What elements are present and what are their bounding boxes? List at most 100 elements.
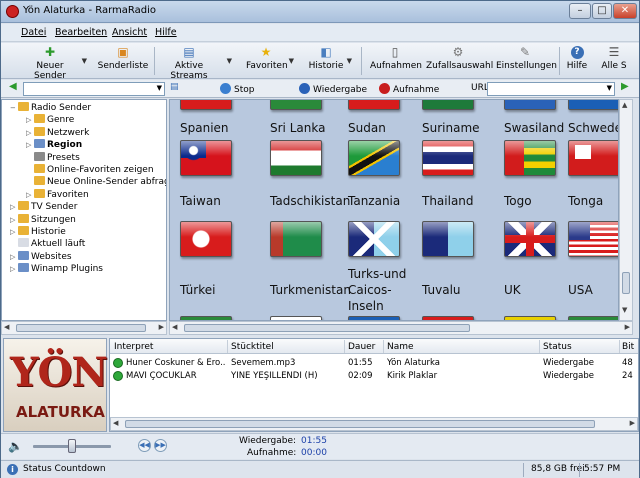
country-label[interactable]: Sudan	[348, 121, 386, 135]
view-icon[interactable]: ▤	[170, 82, 179, 92]
tree-horizontal-scrollbar[interactable]: ◀ ▶	[1, 321, 167, 335]
expand-icon[interactable]: ▷	[10, 253, 18, 261]
flag-icon[interactable]	[180, 100, 232, 110]
flag-icon[interactable]	[348, 100, 400, 110]
country-label[interactable]: Swasiland	[504, 121, 564, 135]
tree-item[interactable]: ▷ Region	[26, 139, 82, 151]
scroll-left-icon[interactable]: ◀	[113, 419, 118, 427]
recordings-button[interactable]: ▯ Aufnahmen	[370, 45, 422, 77]
flag-icon[interactable]	[568, 140, 618, 176]
expand-icon[interactable]: ▷	[26, 191, 34, 199]
speaker-icon[interactable]: 🔈	[8, 439, 23, 453]
column-title[interactable]: Stücktitel	[231, 342, 274, 352]
flag-icon[interactable]	[568, 221, 618, 257]
expand-icon[interactable]: ▷	[10, 203, 18, 211]
country-label[interactable]: Togo	[504, 194, 532, 208]
country-label[interactable]: USA	[568, 283, 593, 297]
menu-hilfe[interactable]: Hilfe	[155, 27, 177, 38]
flag-icon[interactable]	[504, 221, 556, 257]
country-label[interactable]: Suriname	[422, 121, 480, 135]
expand-icon[interactable]: ▷	[26, 141, 34, 149]
scrollbar-thumb[interactable]	[622, 272, 630, 294]
scrollbar-thumb[interactable]	[16, 324, 146, 332]
country-label[interactable]: Caicos-	[348, 283, 392, 297]
menu-bearbeiten[interactable]: Bearbeiten	[55, 27, 107, 38]
flag-icon[interactable]	[270, 140, 322, 176]
country-label[interactable]: Inseln	[348, 299, 384, 313]
next-icon[interactable]: ▶▶	[154, 439, 167, 452]
new-station-button[interactable]: ✚ Neuer Sender ▼	[21, 45, 87, 82]
history-button[interactable]: ◧ Historie ▼	[307, 45, 352, 77]
country-label[interactable]: UK	[504, 283, 521, 297]
tree-item[interactable]: ▷ Netzwerk	[26, 126, 89, 139]
flag-icon[interactable]	[348, 221, 400, 257]
tree-item[interactable]: ▷ Historie	[10, 226, 66, 238]
tree-item[interactable]: ▷ Sitzungen	[10, 213, 76, 226]
maximize-button[interactable]: □	[592, 3, 612, 19]
volume-slider-handle[interactable]	[68, 439, 76, 453]
country-label[interactable]: Tonga	[568, 194, 603, 208]
tree-item[interactable]: Presets	[26, 151, 80, 164]
flag-icon[interactable]	[270, 100, 322, 110]
expand-icon[interactable]: ▷	[26, 129, 34, 137]
flag-icon[interactable]	[422, 100, 474, 110]
record-button[interactable]: Aufnahme	[379, 83, 439, 95]
flag-icon[interactable]	[180, 221, 232, 257]
scrollbar-thumb[interactable]	[184, 324, 470, 332]
flag-icon[interactable]	[422, 140, 474, 176]
tree-item[interactable]: ▷ Websites	[10, 250, 72, 263]
flag-icon[interactable]	[180, 140, 232, 176]
column-duration[interactable]: Dauer	[348, 342, 375, 352]
previous-icon[interactable]: ◀◀	[138, 439, 151, 452]
grid-horizontal-scrollbar[interactable]: ◀ ▶	[169, 321, 633, 335]
country-label[interactable]: Sri Lanka	[270, 121, 325, 135]
station-combo[interactable]: ▼	[23, 82, 165, 96]
scroll-left-icon[interactable]: ◀	[172, 323, 177, 331]
url-input[interactable]: ▼	[487, 82, 615, 96]
tree-item[interactable]: ▷ TV Sender	[10, 201, 77, 213]
flag-icon[interactable]	[348, 140, 400, 176]
tree-item[interactable]: Aktuell läuft	[10, 238, 85, 250]
expand-icon[interactable]: ▷	[26, 116, 34, 124]
column-status[interactable]: Status	[543, 342, 572, 352]
country-label[interactable]: Tanzania	[348, 194, 400, 208]
country-label[interactable]: Tadschikistan	[270, 194, 350, 208]
help-button[interactable]: ? Hilfe	[564, 45, 590, 77]
forward-arrow-icon[interactable]: ▶	[621, 81, 629, 92]
flag-icon[interactable]	[504, 100, 556, 110]
stop-button[interactable]: Stop	[220, 83, 254, 95]
expand-icon[interactable]: ▷	[10, 216, 18, 224]
scroll-left-icon[interactable]: ◀	[4, 323, 9, 331]
table-row[interactable]: MAVİ ÇOCUKLAR YİNE YEŞİLLENDİ (H) 02:09 Kir…	[110, 370, 638, 383]
column-name[interactable]: Name	[387, 342, 414, 352]
country-label[interactable]: Thailand	[422, 194, 474, 208]
all-stations-button[interactable]: ☰ Alle S	[596, 45, 632, 77]
station-list-button[interactable]: ▣ Senderliste	[97, 45, 149, 77]
country-label[interactable]: Tuvalu	[422, 283, 461, 297]
tree-item[interactable]: ▷ Genre	[26, 114, 74, 126]
country-label[interactable]: Schweden	[568, 121, 618, 135]
tree-item[interactable]: Online-Favoriten zeigen	[26, 164, 154, 176]
menu-ansicht[interactable]: Ansicht	[112, 27, 147, 38]
flag-icon[interactable]	[568, 100, 618, 110]
scrollbar-thumb[interactable]	[125, 420, 595, 428]
tree-item[interactable]: ▷ Winamp Plugins	[10, 263, 103, 275]
country-label[interactable]: Turkmenistan	[270, 283, 351, 297]
scroll-right-icon[interactable]: ▶	[159, 323, 164, 331]
flag-icon[interactable]	[504, 140, 556, 176]
close-button[interactable]: ✕	[613, 3, 637, 19]
minimize-button[interactable]: –	[569, 3, 591, 19]
table-row[interactable]: Huner Coskuner & Ero... Sevemem.mp3 01:55 Y…	[110, 357, 638, 370]
menu-datei[interactable]: Datei	[21, 27, 46, 38]
country-label[interactable]: Turks-und	[348, 267, 406, 281]
play-button[interactable]: Wiedergabe	[299, 83, 367, 95]
country-label[interactable]: Türkei	[180, 283, 215, 297]
scroll-right-icon[interactable]: ▶	[625, 323, 630, 331]
shuffle-button[interactable]: ⚙ Zufallsauswahl	[426, 45, 493, 77]
flag-icon[interactable]	[422, 221, 474, 257]
expand-icon[interactable]: −	[10, 104, 18, 112]
flag-icon[interactable]	[270, 221, 322, 257]
settings-button[interactable]: ✎ Einstellungen	[496, 45, 557, 77]
scroll-right-icon[interactable]: ▶	[630, 419, 635, 427]
back-arrow-icon[interactable]: ◀	[9, 81, 17, 92]
